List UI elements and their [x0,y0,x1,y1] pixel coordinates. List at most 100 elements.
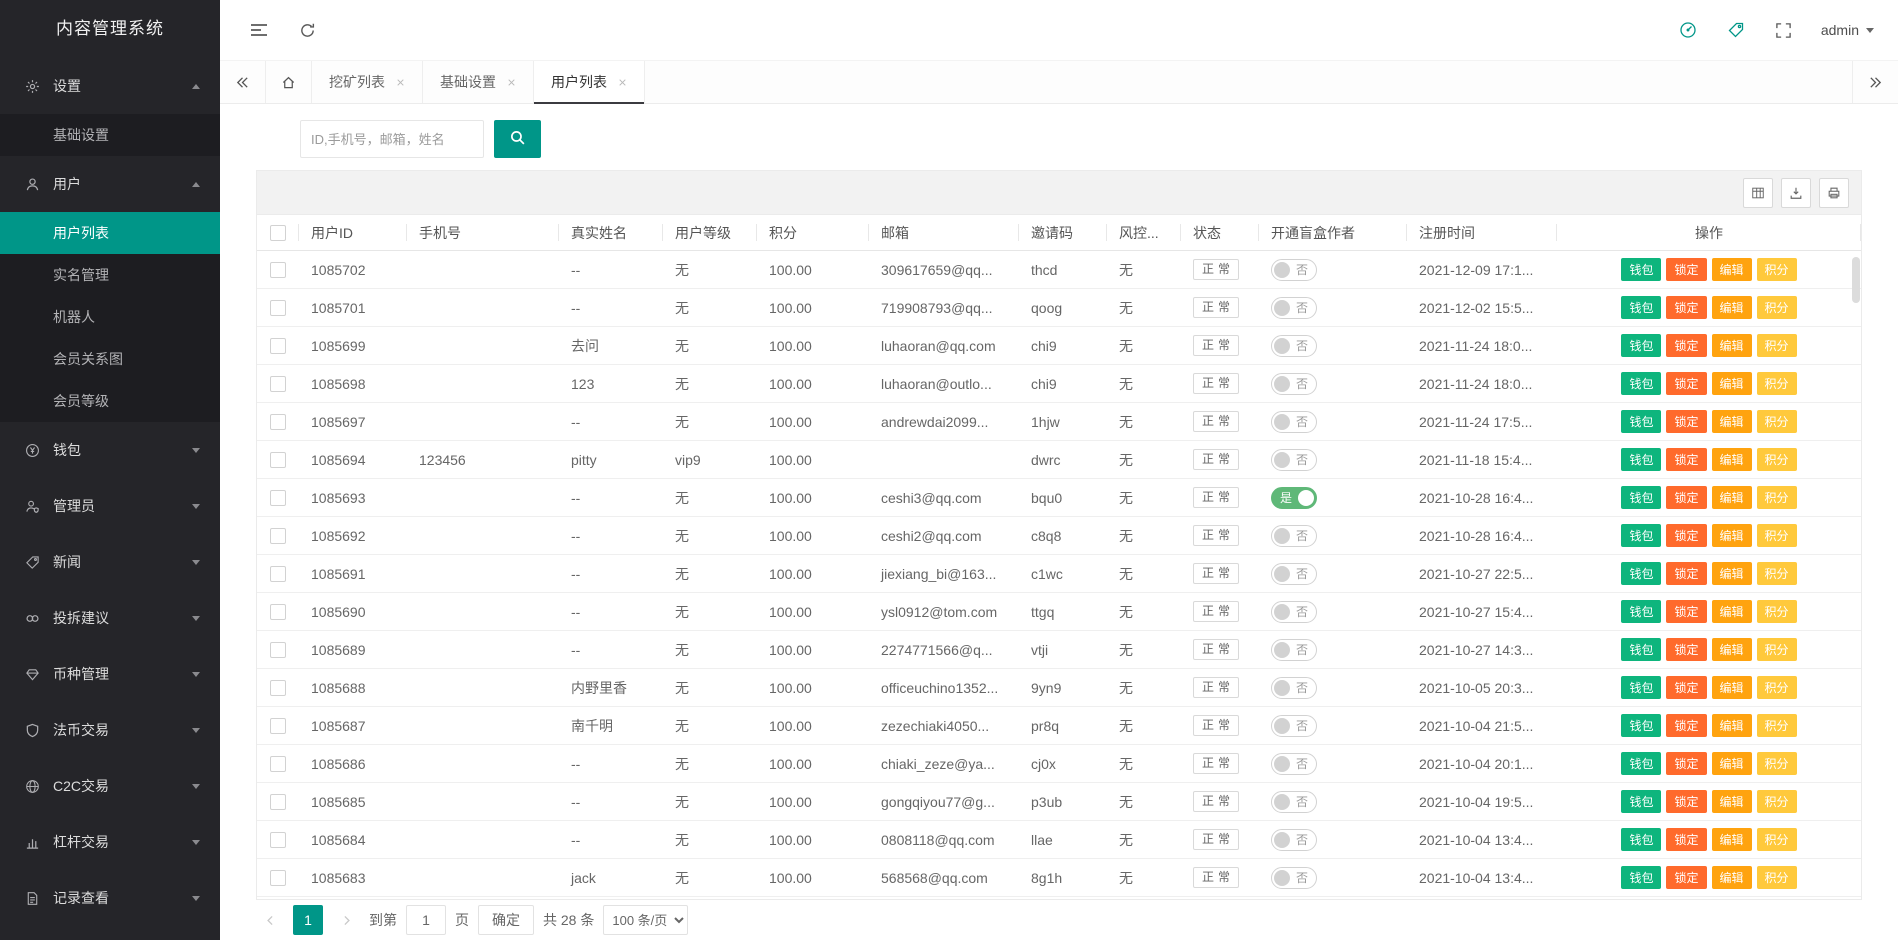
blindbox-toggle[interactable]: 否 [1271,525,1317,547]
score-button[interactable]: 积分 [1757,448,1797,471]
blindbox-toggle[interactable]: 否 [1271,259,1317,281]
wallet-button[interactable]: 钱包 [1621,410,1661,433]
edit-button[interactable]: 编辑 [1712,714,1752,737]
tab-item[interactable]: 基础设置 [423,61,534,103]
blindbox-toggle[interactable]: 否 [1271,297,1317,319]
menu-collapse-icon[interactable] [244,15,274,45]
lock-button[interactable]: 锁定 [1666,372,1706,395]
blindbox-toggle[interactable]: 否 [1271,449,1317,471]
wallet-button[interactable]: 钱包 [1621,714,1661,737]
wallet-button[interactable]: 钱包 [1621,676,1661,699]
edit-button[interactable]: 编辑 [1712,828,1752,851]
tab-item[interactable]: 用户列表 [534,61,645,103]
column-header-invite-code[interactable]: 邀请码 [1019,215,1107,250]
edit-button[interactable]: 编辑 [1712,752,1752,775]
lock-button[interactable]: 锁定 [1666,258,1706,281]
sidebar-subitem[interactable]: 会员等级 [0,380,220,422]
edit-button[interactable]: 编辑 [1712,524,1752,547]
select-all-checkbox[interactable] [270,225,286,241]
wallet-button[interactable]: 钱包 [1621,600,1661,623]
sidebar-section-header[interactable]: 杠杆交易 [0,814,220,870]
lock-button[interactable]: 锁定 [1666,486,1706,509]
row-checkbox[interactable] [270,490,286,506]
wallet-button[interactable]: 钱包 [1621,866,1661,889]
sidebar-section-header[interactable]: 记录查看 [0,870,220,926]
close-icon[interactable] [396,78,405,87]
column-header-level[interactable]: 用户等级 [663,215,757,250]
lock-button[interactable]: 锁定 [1666,790,1706,813]
column-header-blindbox[interactable]: 开通盲盒作者 [1259,215,1407,250]
page-size-select[interactable]: 100 条/页 [603,905,688,935]
column-header-risk[interactable]: 风控... [1107,215,1181,250]
sidebar-section-header[interactable]: 设置 [0,58,220,114]
blindbox-toggle[interactable]: 否 [1271,411,1317,433]
column-header-user-id[interactable]: 用户ID [299,215,407,250]
sidebar-subitem[interactable]: 实名管理 [0,254,220,296]
score-button[interactable]: 积分 [1757,600,1797,623]
row-checkbox[interactable] [270,262,286,278]
column-header-real-name[interactable]: 真实姓名 [559,215,663,250]
score-button[interactable]: 积分 [1757,562,1797,585]
edit-button[interactable]: 编辑 [1712,866,1752,889]
theme-tag-icon[interactable] [1721,15,1751,45]
row-checkbox[interactable] [270,604,286,620]
row-checkbox[interactable] [270,642,286,658]
wallet-button[interactable]: 钱包 [1621,296,1661,319]
score-button[interactable]: 积分 [1757,334,1797,357]
score-button[interactable]: 积分 [1757,714,1797,737]
blindbox-toggle[interactable]: 否 [1271,715,1317,737]
sidebar-subitem[interactable]: 基础设置 [0,114,220,156]
lock-button[interactable]: 锁定 [1666,714,1706,737]
sidebar-section-header[interactable]: 钱包 [0,422,220,478]
column-header-status[interactable]: 状态 [1181,215,1259,250]
wallet-button[interactable]: 钱包 [1621,486,1661,509]
table-scrollbar[interactable] [1852,257,1860,303]
confirm-button[interactable]: 确定 [478,905,534,935]
edit-button[interactable]: 编辑 [1712,334,1752,357]
lock-button[interactable]: 锁定 [1666,752,1706,775]
fullscreen-icon[interactable] [1769,15,1799,45]
blindbox-toggle[interactable]: 否 [1271,563,1317,585]
blindbox-toggle[interactable]: 否 [1271,753,1317,775]
score-button[interactable]: 积分 [1757,828,1797,851]
blindbox-toggle[interactable]: 否 [1271,829,1317,851]
current-page[interactable]: 1 [293,905,323,935]
wallet-button[interactable]: 钱包 [1621,372,1661,395]
wallet-button[interactable]: 钱包 [1621,258,1661,281]
next-page-button[interactable] [332,905,360,935]
score-button[interactable]: 积分 [1757,676,1797,699]
edit-button[interactable]: 编辑 [1712,790,1752,813]
lock-button[interactable]: 锁定 [1666,600,1706,623]
lock-button[interactable]: 锁定 [1666,828,1706,851]
blindbox-toggle[interactable]: 否 [1271,373,1317,395]
sidebar-section-header[interactable]: 用户 [0,156,220,212]
row-checkbox[interactable] [270,680,286,696]
edit-button[interactable]: 编辑 [1712,296,1752,319]
edit-button[interactable]: 编辑 [1712,562,1752,585]
tabs-scroll-right-button[interactable] [1852,61,1898,103]
row-checkbox[interactable] [270,338,286,354]
lock-button[interactable]: 锁定 [1666,448,1706,471]
score-button[interactable]: 积分 [1757,486,1797,509]
score-button[interactable]: 积分 [1757,638,1797,661]
blindbox-toggle[interactable]: 否 [1271,791,1317,813]
grid-icon[interactable] [1743,178,1773,208]
search-input[interactable] [300,120,484,158]
row-checkbox[interactable] [270,794,286,810]
row-checkbox[interactable] [270,756,286,772]
edit-button[interactable]: 编辑 [1712,372,1752,395]
tabs-scroll-left-button[interactable] [220,61,266,103]
sidebar-section-header[interactable]: 新闻 [0,534,220,590]
jump-page-input[interactable] [406,905,446,935]
wallet-button[interactable]: 钱包 [1621,790,1661,813]
search-button[interactable] [494,120,541,158]
column-header-email[interactable]: 邮箱 [869,215,1019,250]
tab-item[interactable]: 挖矿列表 [312,61,423,103]
row-checkbox[interactable] [270,718,286,734]
score-button[interactable]: 积分 [1757,296,1797,319]
home-tab-button[interactable] [266,61,312,103]
lock-button[interactable]: 锁定 [1666,866,1706,889]
column-header-register-time[interactable]: 注册时间 [1407,215,1557,250]
edit-button[interactable]: 编辑 [1712,600,1752,623]
row-checkbox[interactable] [270,376,286,392]
